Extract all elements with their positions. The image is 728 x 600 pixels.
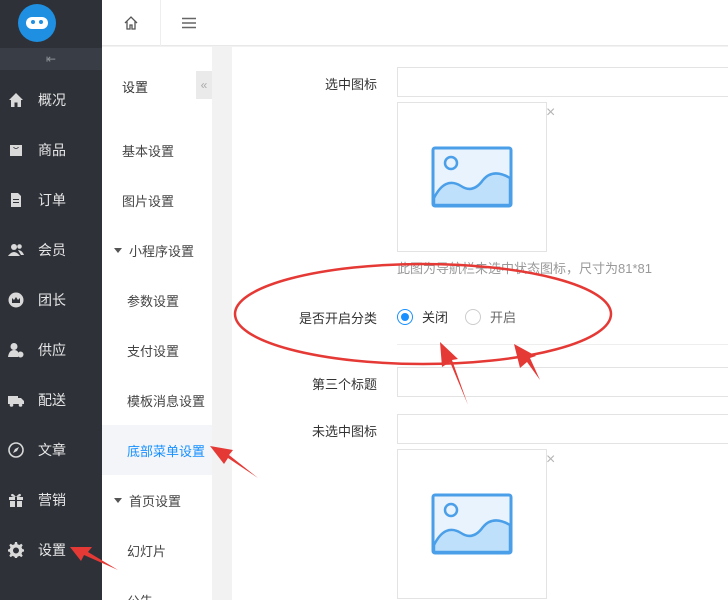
third-title-input[interactable] [397, 367, 728, 397]
selected-icon-upload[interactable] [397, 102, 547, 252]
sidebar-item-delivery[interactable]: 配送 [0, 375, 102, 425]
subnav-group-miniprogram[interactable]: 小程序设置 [102, 225, 212, 275]
settings-subnav: 设置 « 基本设置 图片设置 小程序设置 参数设置 支付设置 模板消息设置 底部… [102, 47, 212, 600]
top-bar [102, 0, 728, 46]
sidebar-item-members[interactable]: 会员 [0, 225, 102, 275]
radio-option-off[interactable]: 关闭 [397, 307, 448, 326]
subnav-group-homepage[interactable]: 首页设置 [102, 475, 212, 525]
users-icon [8, 242, 24, 258]
subnav-item-basic[interactable]: 基本设置 [102, 125, 212, 175]
subnav-item-bottom-menu[interactable]: 底部菜单设置 [102, 425, 212, 475]
main-sidebar: ⇤ 概况 商品 订单 会员 团长 供应 配送 文章 营销 设置 [0, 0, 102, 600]
sidebar-item-label: 配送 [38, 392, 66, 408]
crown-icon [8, 292, 24, 308]
supplier-icon [8, 342, 24, 358]
caret-down-icon [114, 497, 122, 503]
sidebar-item-label: 营销 [38, 492, 66, 508]
menu-button[interactable] [160, 0, 218, 46]
unselected-icon-input[interactable] [397, 414, 728, 444]
subnav-item-params[interactable]: 参数设置 [102, 275, 212, 325]
home-button[interactable] [102, 0, 160, 46]
caret-down-icon [114, 247, 122, 253]
subnav-title: 设置 [122, 80, 149, 95]
sidebar-item-settings[interactable]: 设置 [0, 525, 102, 575]
radio-option-on[interactable]: 开启 [465, 307, 516, 326]
radio-button[interactable] [465, 308, 481, 325]
image-placeholder-icon [431, 493, 513, 555]
unselected-icon-label: 未选中图标 [311, 424, 377, 439]
subnav-item-template-msg[interactable]: 模板消息设置 [102, 375, 212, 425]
sidebar-item-label: 概况 [38, 92, 66, 108]
form-panel: 选中图标 × 此图为导航栏未选中状态图标，尺寸为81*81 是否开启分类 关闭 … [232, 47, 728, 600]
home-icon [124, 16, 138, 30]
logo[interactable] [18, 4, 56, 42]
sidebar-item-label: 设置 [38, 542, 66, 558]
subnav-item-slides[interactable]: 幻灯片 [102, 525, 212, 575]
home-icon [8, 92, 24, 108]
sidebar-item-marketing[interactable]: 营销 [0, 475, 102, 525]
unselected-icon-upload[interactable] [397, 449, 547, 599]
selected-icon-label: 选中图标 [324, 77, 377, 92]
sidebar-item-label: 文章 [38, 442, 66, 458]
sidebar-item-label: 订单 [38, 192, 66, 208]
image-placeholder-icon [431, 146, 513, 208]
remove-image-button[interactable]: × [546, 104, 555, 122]
gift-icon [8, 492, 24, 508]
sidebar-item-leader[interactable]: 团长 [0, 275, 102, 325]
radio-button[interactable] [397, 308, 413, 325]
sidebar-item-label: 会员 [38, 242, 66, 258]
third-title-label: 第三个标题 [311, 377, 377, 392]
subnav-collapse-button[interactable]: « [196, 71, 212, 99]
menu-icon [182, 17, 196, 29]
document-icon [8, 192, 24, 208]
gear-icon [8, 542, 24, 558]
selected-icon-input[interactable] [397, 67, 728, 97]
sidebar-item-orders[interactable]: 订单 [0, 175, 102, 225]
truck-icon [8, 392, 24, 408]
remove-image-button[interactable]: × [546, 451, 555, 469]
sidebar-item-label: 供应 [38, 342, 66, 358]
sidebar-item-overview[interactable]: 概况 [0, 75, 102, 125]
bag-icon [8, 142, 24, 158]
compass-icon [8, 442, 24, 458]
subnav-item-notice[interactable]: 公告 [102, 575, 212, 600]
subnav-item-images[interactable]: 图片设置 [102, 175, 212, 225]
sidebar-collapse-button[interactable]: ⇤ [0, 48, 102, 70]
sidebar-item-articles[interactable]: 文章 [0, 425, 102, 475]
sidebar-item-supply[interactable]: 供应 [0, 325, 102, 375]
sidebar-item-label: 团长 [38, 292, 66, 308]
category-toggle-label: 是否开启分类 [298, 311, 377, 326]
image-hint: 此图为导航栏未选中状态图标，尺寸为81*81 [397, 261, 652, 276]
subnav-item-payment[interactable]: 支付设置 [102, 325, 212, 375]
sidebar-item-goods[interactable]: 商品 [0, 125, 102, 175]
sidebar-item-label: 商品 [38, 142, 66, 158]
